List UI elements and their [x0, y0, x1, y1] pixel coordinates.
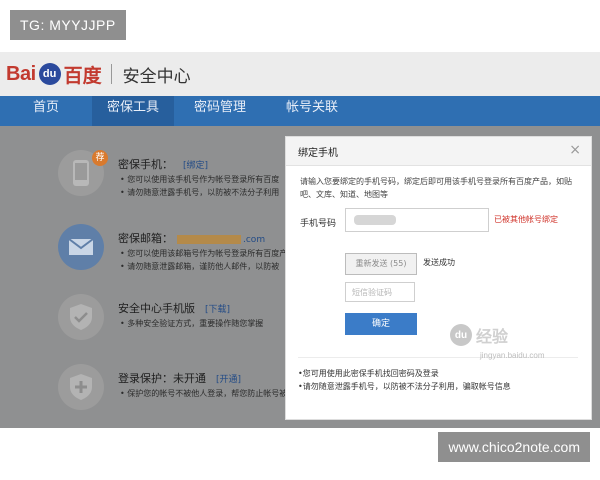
jingyan-watermark: du 经验: [450, 323, 508, 347]
watermark-text: 经验: [476, 327, 509, 346]
main-nav: 首页 密保工具 密码管理 帐号关联: [0, 96, 600, 126]
phone-input[interactable]: [345, 208, 489, 232]
bottom-watermark-tag: www.chico2note.com: [438, 432, 590, 462]
logo-paw-icon: du: [38, 63, 61, 85]
row-phone-title: 密保手机： [绑定]: [118, 158, 209, 171]
dialog-description: 请输入您要绑定的手机号码，绑定后即可用该手机号登录所有百度产品，如贴吧、文库、知…: [300, 177, 572, 199]
row-email-line-1: • 您可以使用该邮箱号作为帐号登录所有百度产: [120, 249, 288, 258]
top-watermark-tag: TG: MYYJJPP: [10, 10, 126, 40]
recommend-badge: 荐: [92, 150, 108, 166]
logo-chinese-text: 百度: [63, 64, 102, 87]
logo-bai-text: Bai: [6, 62, 36, 85]
dialog-header: 绑定手机 ×: [286, 137, 591, 166]
enable-link[interactable]: [开通]: [216, 375, 241, 385]
phone-masked-value: [354, 215, 396, 225]
watermark-url: jingyan.baidu.com: [480, 351, 545, 360]
row-login-protect-title: 登录保护：未开通 [开通]: [118, 372, 242, 385]
shield-plus-icon: [58, 364, 104, 410]
dialog-title: 绑定手机: [298, 148, 338, 159]
shield-check-icon: [58, 294, 104, 340]
bind-phone-dialog: 绑定手机 × 请输入您要绑定的手机号码，绑定后即可用该手机号登录所有百度产品，如…: [285, 136, 592, 420]
confirm-button[interactable]: 确定: [345, 313, 417, 335]
phone-label: 手机号码: [300, 219, 337, 229]
phone-error-message: 已被其他帐号绑定: [494, 215, 558, 224]
row-email-title: 密保邮箱： .com: [118, 232, 266, 245]
download-link[interactable]: [下载]: [205, 305, 230, 315]
mail-icon: [58, 224, 104, 270]
header-bar: Bai du 百度 安全中心: [0, 52, 600, 96]
row-mobile-app-line-1: • 多种安全验证方式，重要操作随您掌握: [120, 319, 264, 328]
nav-account-link[interactable]: 帐号关联: [266, 96, 358, 126]
logo-divider: [110, 64, 112, 84]
dialog-note-2: •请勿随意泄露手机号，以防被不法分子利用，骗取帐号信息: [298, 382, 511, 391]
row-phone-line-1: • 您可以使用该手机号作为帐号登录所有百度: [120, 175, 280, 184]
section-title: 安全中心: [122, 66, 191, 87]
send-status: 发送成功: [423, 258, 455, 267]
email-masked: [177, 234, 241, 244]
row-login-protect-line-1: • 保护您的帐号不被他人登录，帮您防止帐号被: [120, 389, 288, 398]
dialog-note-1: •您可用使用此密保手机找回密码及登录: [298, 369, 439, 378]
row-email-line-2: • 请勿随意泄露邮箱，谨防他人邮件，以防被: [120, 262, 280, 271]
sms-code-input[interactable]: 短信验证码: [345, 282, 415, 302]
close-icon[interactable]: ×: [569, 142, 581, 158]
nav-home[interactable]: 首页: [0, 96, 92, 126]
baidu-logo[interactable]: Bai du 百度 安全中心: [6, 61, 191, 87]
row-phone-line-2: • 请勿随意泄露手机号，以防被不法分子利用: [120, 188, 280, 197]
bind-phone-link[interactable]: [绑定]: [183, 161, 208, 171]
nav-security-tools[interactable]: 密保工具: [92, 96, 174, 126]
resend-code-button[interactable]: 重新发送 (55): [345, 253, 417, 275]
row-mobile-app-title: 安全中心手机版 [下载]: [118, 302, 231, 315]
watermark-paw-icon: du: [450, 324, 472, 346]
nav-password-management[interactable]: 密码管理: [174, 96, 266, 126]
